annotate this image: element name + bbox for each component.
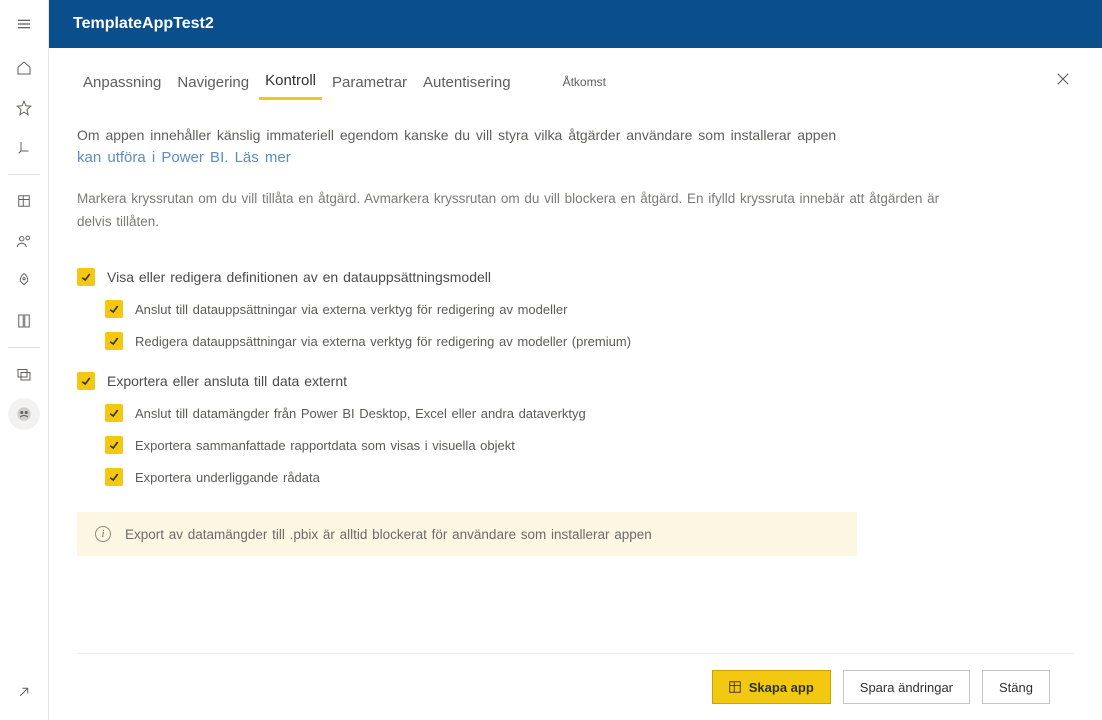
check-icon — [108, 303, 120, 315]
tab-parameters[interactable]: Parametrar — [326, 70, 413, 99]
close-button[interactable]: Stäng — [982, 670, 1050, 704]
app-icon — [15, 192, 33, 210]
nav-recent[interactable] — [0, 128, 49, 168]
rail-divider-2 — [8, 347, 40, 348]
workspaces-icon — [15, 365, 33, 383]
group-export-connect-external: Exportera eller ansluta till data extern… — [77, 372, 1074, 486]
settings-tabs: Anpassning Navigering Kontroll Parametra… — [77, 68, 1074, 100]
save-changes-button[interactable]: Spara ändringar — [843, 670, 970, 704]
checkbox-connect-external-tools[interactable] — [105, 300, 123, 318]
close-icon — [1056, 72, 1070, 86]
nav-deploy[interactable] — [0, 261, 49, 301]
checkbox-view-edit-model[interactable] — [77, 268, 95, 286]
close-panel-button[interactable] — [1052, 68, 1074, 93]
control-description: Om appen innehåller känslig immateriell … — [77, 124, 997, 170]
info-banner-text: Export av datamängder till .pbix är allt… — [125, 527, 652, 542]
checkbox-edit-external-tools-premium[interactable] — [105, 332, 123, 350]
label-view-edit-model: Visa eller redigera definitionen av en d… — [107, 269, 491, 285]
tab-access[interactable]: Åtkomst — [557, 71, 612, 97]
label-connect-external-tools: Anslut till datauppsättningar via extern… — [135, 302, 567, 317]
control-description-text: Om appen innehåller känslig immateriell … — [77, 127, 836, 143]
nav-current-workspace[interactable] — [8, 398, 40, 430]
control-sub-description: Markera kryssrutan om du vill tillåta en… — [77, 188, 977, 234]
tab-control[interactable]: Kontroll — [259, 68, 322, 100]
rocket-icon — [15, 272, 33, 290]
main-column: TemplateAppTest2 Anpassning Navigering K… — [49, 0, 1102, 720]
nav-expand[interactable] — [0, 672, 49, 712]
book-icon — [15, 312, 33, 330]
checkbox-export-summarized[interactable] — [105, 436, 123, 454]
app-title: TemplateAppTest2 — [73, 15, 214, 33]
recent-icon — [15, 139, 33, 157]
check-icon — [108, 335, 120, 347]
left-nav-rail — [0, 0, 49, 720]
info-icon: i — [95, 526, 111, 542]
label-export-summarized: Exportera sammanfattade rapportdata som … — [135, 438, 515, 453]
star-icon — [15, 99, 33, 117]
tab-navigation[interactable]: Navigering — [171, 70, 255, 99]
create-app-label: Skapa app — [749, 680, 814, 695]
check-icon — [108, 407, 120, 419]
dialog-footer: Skapa app Spara ändringar Stäng — [77, 653, 1074, 720]
nav-shared[interactable] — [0, 221, 49, 261]
nav-workspaces[interactable] — [0, 354, 49, 394]
rail-divider — [8, 174, 40, 175]
info-banner: i Export av datamängder till .pbix är al… — [77, 512, 857, 556]
close-label: Stäng — [999, 680, 1033, 695]
checkbox-connect-datasets[interactable] — [105, 404, 123, 422]
learn-more-link[interactable]: kan utföra i Power BI. Läs mer — [77, 149, 291, 166]
check-icon — [80, 271, 92, 283]
hamburger-menu-button[interactable] — [0, 0, 49, 48]
label-export-underlying: Exportera underliggande rådata — [135, 470, 320, 485]
tab-branding[interactable]: Anpassning — [77, 70, 167, 99]
nav-favorites[interactable] — [0, 88, 49, 128]
label-connect-datasets: Anslut till datamängder från Power BI De… — [135, 406, 586, 421]
workspace-selected-icon — [15, 405, 33, 423]
app-title-bar: TemplateAppTest2 — [49, 0, 1102, 48]
checkbox-export-connect-external[interactable] — [77, 372, 95, 390]
check-icon — [80, 375, 92, 387]
home-icon — [15, 59, 33, 77]
nav-learn[interactable] — [0, 301, 49, 341]
check-icon — [108, 471, 120, 483]
hamburger-icon — [15, 15, 33, 33]
nav-home[interactable] — [0, 48, 49, 88]
save-changes-label: Spara ändringar — [860, 680, 953, 695]
create-app-button[interactable]: Skapa app — [712, 670, 831, 704]
people-icon — [15, 232, 33, 250]
tab-authentication[interactable]: Autentisering — [417, 70, 517, 99]
create-app-icon — [729, 681, 741, 693]
nav-apps[interactable] — [0, 181, 49, 221]
checkbox-export-underlying[interactable] — [105, 468, 123, 486]
group-view-edit-model: Visa eller redigera definitionen av en d… — [77, 268, 1074, 350]
label-edit-external-tools-premium: Redigera datauppsättningar via externa v… — [135, 334, 631, 349]
label-export-connect-external: Exportera eller ansluta till data extern… — [107, 373, 347, 389]
expand-arrow-icon — [15, 683, 33, 701]
check-icon — [108, 439, 120, 451]
